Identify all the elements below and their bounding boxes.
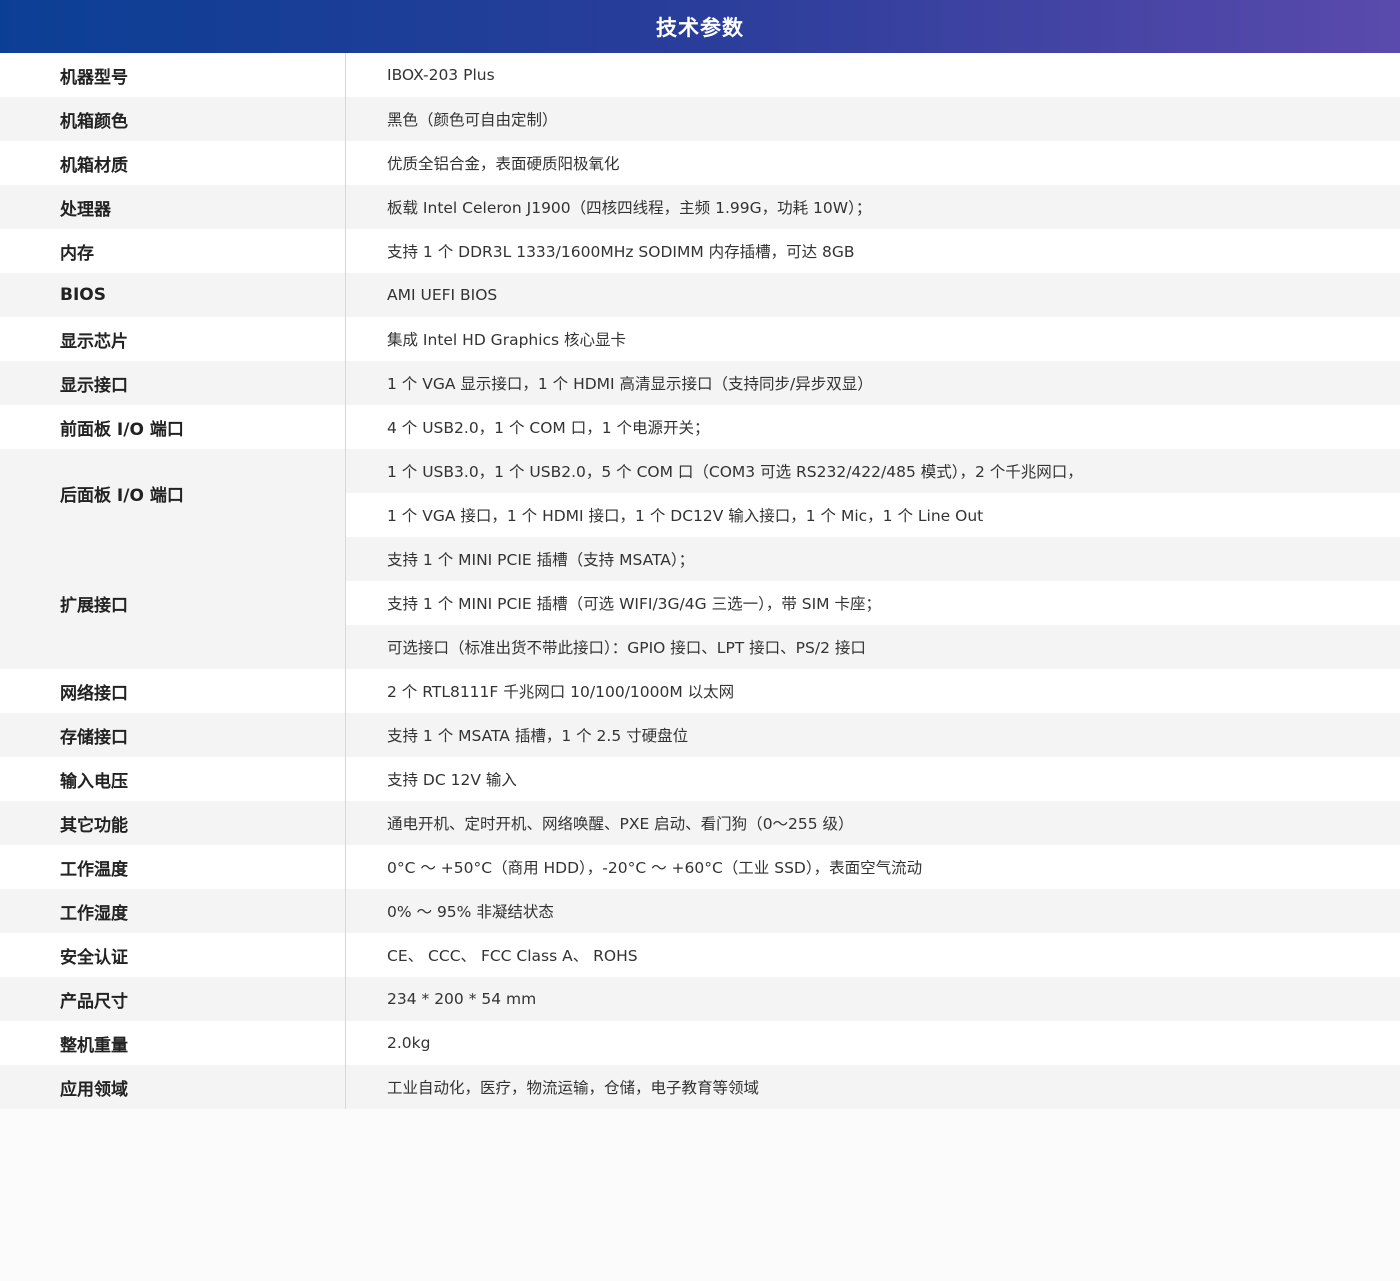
spec-value: 可选接口（标准出货不带此接口）：GPIO 接口、LPT 接口、PS/2 接口: [346, 625, 1400, 669]
spec-values: AMI UEFI BIOS: [346, 273, 1400, 317]
spec-values: CE、 CCC、 FCC Class A、 ROHS: [346, 933, 1400, 977]
spec-label: 整机重量: [0, 1021, 346, 1065]
spec-row: BIOS AMI UEFI BIOS: [0, 273, 1400, 317]
spec-values: 支持 1 个 DDR3L 1333/1600MHz SODIMM 内存插槽，可达…: [346, 229, 1400, 273]
spec-row: 网络接口 2 个 RTL8111F 千兆网口 10/100/1000M 以太网: [0, 669, 1400, 713]
page-title: 技术参数: [656, 15, 744, 40]
spec-header: 技术参数: [0, 0, 1400, 53]
spec-value: 4 个 USB2.0，1 个 COM 口，1 个电源开关；: [346, 405, 1400, 449]
spec-value: 0°C ～ +50°C（商用 HDD），-20°C ～ +60°C（工业 SSD…: [346, 845, 1400, 889]
spec-label: 工作温度: [0, 845, 346, 889]
spec-row: 处理器 板载 Intel Celeron J1900（四核四线程，主频 1.99G…: [0, 185, 1400, 229]
spec-table: 机器型号 IBOX-203 Plus 机箱颜色 黑色（颜色可自由定制） 机箱材质 优质全铝…: [0, 53, 1400, 1109]
spec-values: 优质全铝合金，表面硬质阳极氧化: [346, 141, 1400, 185]
spec-values: 支持 1 个 MINI PCIE 插槽（支持 MSATA）； 支持 1 个 MIN…: [346, 537, 1400, 669]
spec-label: 显示接口: [0, 361, 346, 405]
spec-values: 0% ～ 95% 非凝结状态: [346, 889, 1400, 933]
spec-row: 后面板 I/O 端口 1 个 USB3.0，1 个 USB2.0，5 个 COM …: [0, 449, 1400, 537]
spec-label: 前面板 I/O 端口: [0, 405, 346, 449]
spec-values: 通电开机、定时开机、网络唤醒、PXE 启动、看门狗（0～255 级）: [346, 801, 1400, 845]
spec-label: 产品尺寸: [0, 977, 346, 1021]
spec-value: AMI UEFI BIOS: [346, 273, 1400, 317]
spec-label: 应用领域: [0, 1065, 346, 1109]
spec-label: 机箱材质: [0, 141, 346, 185]
spec-value: 支持 DC 12V 输入: [346, 757, 1400, 801]
spec-label: 机箱颜色: [0, 97, 346, 141]
spec-value: 2.0kg: [346, 1021, 1400, 1065]
spec-value: 工业自动化，医疗，物流运输，仓储，电子教育等领域: [346, 1065, 1400, 1109]
spec-values: 黑色（颜色可自由定制）: [346, 97, 1400, 141]
spec-row: 显示接口 1 个 VGA 显示接口，1 个 HDMI 高清显示接口（支持同步/异步…: [0, 361, 1400, 405]
spec-label: 内存: [0, 229, 346, 273]
spec-values: 支持 1 个 MSATA 插槽，1 个 2.5 寸硬盘位: [346, 713, 1400, 757]
spec-row: 应用领域 工业自动化，医疗，物流运输，仓储，电子教育等领域: [0, 1065, 1400, 1109]
spec-values: 工业自动化，医疗，物流运输，仓储，电子教育等领域: [346, 1065, 1400, 1109]
spec-values: 0°C ～ +50°C（商用 HDD），-20°C ～ +60°C（工业 SSD…: [346, 845, 1400, 889]
spec-row: 其它功能 通电开机、定时开机、网络唤醒、PXE 启动、看门狗（0～255 级）: [0, 801, 1400, 845]
spec-label: 输入电压: [0, 757, 346, 801]
spec-value: 234 * 200 * 54 mm: [346, 977, 1400, 1021]
spec-value: 0% ～ 95% 非凝结状态: [346, 889, 1400, 933]
spec-label: BIOS: [0, 273, 346, 317]
spec-values: 集成 Intel HD Graphics 核心显卡: [346, 317, 1400, 361]
spec-row: 前面板 I/O 端口 4 个 USB2.0，1 个 COM 口，1 个电源开关；: [0, 405, 1400, 449]
spec-label: 安全认证: [0, 933, 346, 977]
spec-value: 优质全铝合金，表面硬质阳极氧化: [346, 141, 1400, 185]
spec-label: 其它功能: [0, 801, 346, 845]
spec-row: 产品尺寸 234 * 200 * 54 mm: [0, 977, 1400, 1021]
spec-row: 扩展接口 支持 1 个 MINI PCIE 插槽（支持 MSATA）； 支持 1 个…: [0, 537, 1400, 669]
spec-label: 显示芯片: [0, 317, 346, 361]
spec-row: 机箱颜色 黑色（颜色可自由定制）: [0, 97, 1400, 141]
spec-value: 通电开机、定时开机、网络唤醒、PXE 启动、看门狗（0～255 级）: [346, 801, 1400, 845]
spec-row: 存储接口 支持 1 个 MSATA 插槽，1 个 2.5 寸硬盘位: [0, 713, 1400, 757]
spec-value: 1 个 VGA 接口，1 个 HDMI 接口，1 个 DC12V 输入接口，1 …: [346, 493, 1400, 537]
spec-value: 板载 Intel Celeron J1900（四核四线程，主频 1.99G，功耗…: [346, 185, 1400, 229]
spec-values: 板载 Intel Celeron J1900（四核四线程，主频 1.99G，功耗…: [346, 185, 1400, 229]
spec-values: 234 * 200 * 54 mm: [346, 977, 1400, 1021]
spec-value: 支持 1 个 MSATA 插槽，1 个 2.5 寸硬盘位: [346, 713, 1400, 757]
spec-value: 集成 Intel HD Graphics 核心显卡: [346, 317, 1400, 361]
spec-value: 支持 1 个 DDR3L 1333/1600MHz SODIMM 内存插槽，可达…: [346, 229, 1400, 273]
spec-values: IBOX-203 Plus: [346, 53, 1400, 97]
spec-label: 存储接口: [0, 713, 346, 757]
spec-value: 1 个 USB3.0，1 个 USB2.0，5 个 COM 口（COM3 可选 …: [346, 449, 1400, 493]
spec-values: 1 个 USB3.0，1 个 USB2.0，5 个 COM 口（COM3 可选 …: [346, 449, 1400, 537]
spec-value: 1 个 VGA 显示接口，1 个 HDMI 高清显示接口（支持同步/异步双显）: [346, 361, 1400, 405]
spec-row: 安全认证 CE、 CCC、 FCC Class A、 ROHS: [0, 933, 1400, 977]
spec-label: 处理器: [0, 185, 346, 229]
spec-value: 2 个 RTL8111F 千兆网口 10/100/1000M 以太网: [346, 669, 1400, 713]
spec-values: 2.0kg: [346, 1021, 1400, 1065]
spec-value: 黑色（颜色可自由定制）: [346, 97, 1400, 141]
spec-values: 支持 DC 12V 输入: [346, 757, 1400, 801]
spec-value: 支持 1 个 MINI PCIE 插槽（可选 WIFI/3G/4G 三选一），带…: [346, 581, 1400, 625]
spec-row: 机器型号 IBOX-203 Plus: [0, 53, 1400, 97]
spec-label: 后面板 I/O 端口: [0, 449, 346, 537]
spec-row: 显示芯片 集成 Intel HD Graphics 核心显卡: [0, 317, 1400, 361]
spec-label: 扩展接口: [0, 537, 346, 669]
spec-row: 工作湿度 0% ～ 95% 非凝结状态: [0, 889, 1400, 933]
spec-row: 内存 支持 1 个 DDR3L 1333/1600MHz SODIMM 内存插槽，…: [0, 229, 1400, 273]
spec-value: CE、 CCC、 FCC Class A、 ROHS: [346, 933, 1400, 977]
spec-row: 机箱材质 优质全铝合金，表面硬质阳极氧化: [0, 141, 1400, 185]
spec-label: 机器型号: [0, 53, 346, 97]
spec-label: 工作湿度: [0, 889, 346, 933]
spec-value: IBOX-203 Plus: [346, 53, 1400, 97]
spec-row: 输入电压 支持 DC 12V 输入: [0, 757, 1400, 801]
spec-row: 整机重量 2.0kg: [0, 1021, 1400, 1065]
spec-value: 支持 1 个 MINI PCIE 插槽（支持 MSATA）；: [346, 537, 1400, 581]
spec-values: 4 个 USB2.0，1 个 COM 口，1 个电源开关；: [346, 405, 1400, 449]
spec-row: 工作温度 0°C ～ +50°C（商用 HDD），-20°C ～ +60°C（工业…: [0, 845, 1400, 889]
spec-label: 网络接口: [0, 669, 346, 713]
spec-values: 1 个 VGA 显示接口，1 个 HDMI 高清显示接口（支持同步/异步双显）: [346, 361, 1400, 405]
spec-values: 2 个 RTL8111F 千兆网口 10/100/1000M 以太网: [346, 669, 1400, 713]
